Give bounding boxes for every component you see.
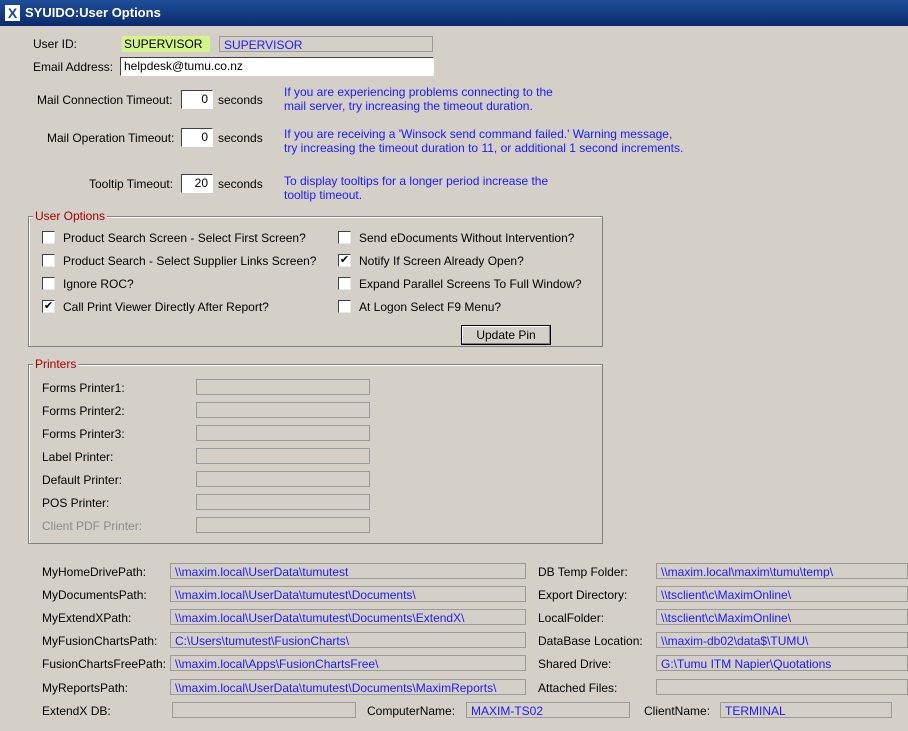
mail-operation-timeout-label: Mail Operation Timeout:	[47, 131, 175, 145]
window-title: SYUIDO:User Options	[25, 5, 161, 20]
tooltip-unit: seconds	[218, 177, 263, 191]
client-name-field: TERMINAL	[720, 702, 892, 718]
option-supplier-links-label[interactable]: Product Search - Select Supplier Links S…	[63, 253, 316, 269]
my-extendx-path-field: \\maxim.local\UserData\tumutest\Document…	[170, 609, 526, 625]
option-notify-open-label[interactable]: Notify If Screen Already Open?	[359, 253, 524, 269]
label-printer-field	[196, 448, 370, 464]
database-location-label: DataBase Location:	[538, 634, 643, 648]
attached-files-field	[656, 679, 908, 695]
mail-connection-unit: seconds	[218, 93, 263, 107]
option-logon-f9-checkbox[interactable]	[338, 300, 351, 313]
client-pdf-printer-field	[196, 517, 370, 533]
export-directory-field: \\tsclient\c\MaximOnline\	[656, 586, 908, 602]
fusion-charts-free-path-label: FusionChartsFreePath:	[42, 657, 167, 671]
option-send-edocuments-label[interactable]: Send eDocuments Without Intervention?	[359, 230, 574, 246]
extendx-db-field	[172, 702, 356, 718]
forms-printer3-label: Forms Printer3:	[42, 427, 125, 441]
printers-legend: Printers	[33, 357, 79, 371]
pos-printer-field	[196, 494, 370, 510]
my-home-drive-path-label: MyHomeDrivePath:	[42, 565, 147, 579]
option-print-viewer-checkbox[interactable]: ✔	[42, 300, 55, 313]
my-documents-path-field: \\maxim.local\UserData\tumutest\Document…	[170, 586, 526, 602]
client-pdf-printer-label: Client PDF Printer:	[42, 519, 143, 533]
option-product-search-first-label[interactable]: Product Search Screen - Select First Scr…	[63, 230, 306, 246]
mail-operation-hint-2: try increasing the timeout duration to 1…	[284, 141, 684, 155]
user-name-field: SUPERVISOR	[219, 36, 433, 52]
option-expand-parallel-label[interactable]: Expand Parallel Screens To Full Window?	[359, 276, 582, 292]
my-documents-path-label: MyDocumentsPath:	[42, 588, 147, 602]
email-label: Email Address:	[33, 60, 114, 74]
mail-operation-unit: seconds	[218, 131, 263, 145]
forms-printer1-field	[196, 379, 370, 395]
forms-printer2-field	[196, 402, 370, 418]
pos-printer-label: POS Printer:	[42, 496, 110, 510]
mail-connection-hint-2: mail server, try increasing the timeout …	[284, 99, 533, 113]
my-extendx-path-label: MyExtendXPath:	[42, 611, 132, 625]
tooltip-timeout-label: Tooltip Timeout:	[89, 177, 174, 191]
my-fusion-charts-path-field: C:\Users\tumutest\FusionCharts\	[170, 632, 526, 648]
computer-name-field: MAXIM-TS02	[466, 702, 630, 718]
email-input[interactable]: helpdesk@tumu.co.nz	[120, 57, 434, 76]
forms-printer3-field	[196, 425, 370, 441]
shared-drive-field: G:\Tumu ITM Napier\Quotations	[656, 655, 908, 671]
mail-operation-timeout-input[interactable]: 0	[181, 128, 213, 147]
db-temp-folder-field: \\maxim.local\maxim\tumu\temp\	[656, 563, 908, 579]
computer-name-label: ComputerName:	[367, 704, 456, 718]
my-reports-path-label: MyReportsPath:	[42, 681, 129, 695]
option-ignore-roc-checkbox[interactable]	[42, 277, 55, 290]
option-print-viewer-label[interactable]: Call Print Viewer Directly After Report?	[63, 299, 269, 315]
option-expand-parallel-checkbox[interactable]	[338, 277, 351, 290]
user-id-field[interactable]: SUPERVISOR	[122, 36, 210, 52]
option-ignore-roc-label[interactable]: Ignore ROC?	[63, 276, 134, 292]
option-send-edocuments-checkbox[interactable]	[338, 231, 351, 244]
db-temp-folder-label: DB Temp Folder:	[538, 565, 628, 579]
database-location-field: \\maxim-db02\data$\TUMU\	[656, 632, 908, 648]
client-name-label: ClientName:	[644, 704, 711, 718]
mail-connection-timeout-input[interactable]: 0	[181, 90, 213, 109]
forms-printer1-label: Forms Printer1:	[42, 381, 125, 395]
export-directory-label: Export Directory:	[538, 588, 628, 602]
my-reports-path-field: \\maxim.local\UserData\tumutest\Document…	[170, 679, 526, 695]
my-fusion-charts-path-label: MyFusionChartsPath:	[42, 634, 158, 648]
label-printer-label: Label Printer:	[42, 450, 114, 464]
my-home-drive-path-field: \\maxim.local\UserData\tumutest	[170, 563, 526, 579]
user-id-label: User ID:	[33, 37, 78, 51]
default-printer-label: Default Printer:	[42, 473, 123, 487]
option-notify-open-checkbox[interactable]: ✔	[338, 254, 351, 267]
local-folder-field: \\tsclient\c\MaximOnline\	[656, 609, 908, 625]
tooltip-hint-2: tooltip timeout.	[284, 188, 363, 202]
shared-drive-label: Shared Drive:	[538, 657, 612, 671]
app-x-icon: X	[5, 5, 20, 21]
tooltip-timeout-input[interactable]: 20	[181, 174, 213, 193]
user-options-legend: User Options	[33, 209, 108, 223]
local-folder-label: LocalFolder:	[538, 611, 605, 625]
title-bar[interactable]: X SYUIDO:User Options	[0, 0, 908, 26]
forms-printer2-label: Forms Printer2:	[42, 404, 125, 418]
checkmark-icon: ✔	[339, 254, 350, 266]
option-supplier-links-checkbox[interactable]	[42, 254, 55, 267]
mail-connection-timeout-label: Mail Connection Timeout:	[37, 93, 173, 107]
checkmark-icon: ✔	[43, 300, 54, 312]
option-product-search-first-checkbox[interactable]	[42, 231, 55, 244]
update-pin-button[interactable]: Update Pin	[461, 325, 551, 345]
fusion-charts-free-path-field: \\maxim.local\Apps\FusionChartsFree\	[170, 655, 526, 671]
attached-files-label: Attached Files:	[538, 681, 618, 695]
default-printer-field	[196, 471, 370, 487]
option-logon-f9-label[interactable]: At Logon Select F9 Menu?	[359, 299, 501, 315]
extendx-db-label: ExtendX DB:	[42, 704, 111, 718]
